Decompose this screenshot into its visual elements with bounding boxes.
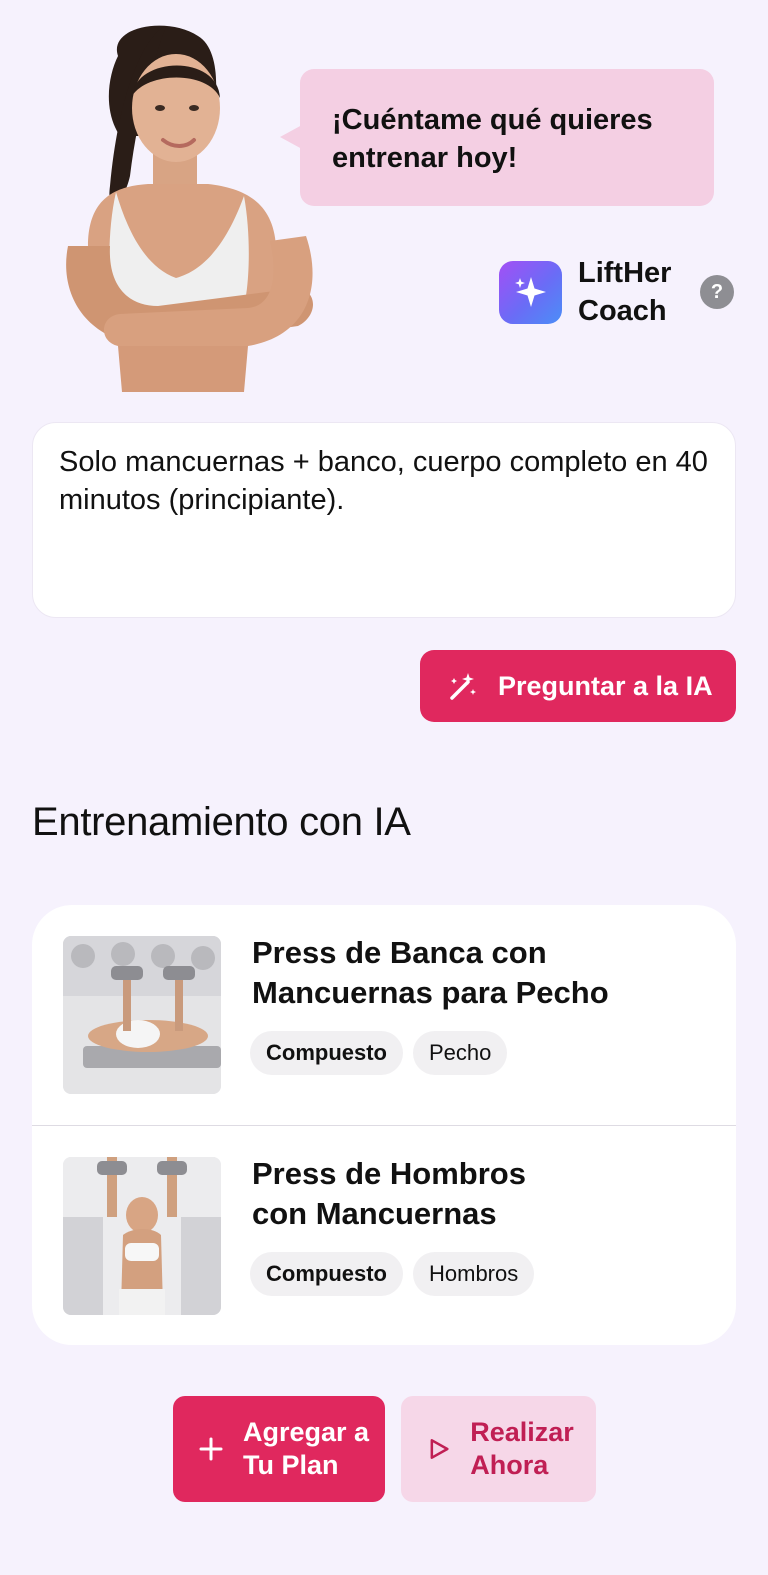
help-icon[interactable]: ? (700, 275, 734, 309)
coach-speech-bubble: ¡Cuéntame qué quieres entrenar hoy! (280, 69, 714, 206)
tag-muscle: Pecho (413, 1031, 508, 1075)
prompt-input[interactable]: Solo mancuernas + banco, cuerpo completo… (32, 422, 736, 618)
exercise-name: Press de Banca con Mancuernas para Pecho (252, 935, 609, 1010)
add-to-plan-button[interactable]: Agregar a Tu Plan (173, 1396, 385, 1502)
exercise-row[interactable]: Press de Banca con Mancuernas para Pecho… (32, 905, 736, 1125)
plus-icon (199, 1437, 223, 1461)
play-icon (430, 1439, 449, 1459)
tag-compound: Compuesto (250, 1252, 403, 1296)
coach-brand-name: LiftHer Coach (578, 257, 672, 327)
section-title: Entrenamiento con IA (32, 800, 411, 844)
magic-wand-icon (450, 673, 476, 700)
sparkle-icon (499, 260, 562, 324)
exercise-list: Press de Banca con Mancuernas para Pecho… (32, 905, 736, 1345)
coach-bubble-text: ¡Cuéntame qué quieres entrenar hoy! (332, 104, 653, 174)
do-now-button[interactable]: Realizar Ahora (401, 1396, 596, 1502)
do-now-label: Realizar Ahora (470, 1417, 574, 1480)
exercise-thumbnail (63, 1157, 221, 1315)
add-to-plan-label: Agregar a Tu Plan (243, 1417, 370, 1480)
exercise-tags: Compuesto Hombros (250, 1252, 544, 1296)
exercise-row[interactable]: Press de Hombros con Mancuernas Compuest… (32, 1125, 736, 1345)
ask-ai-button[interactable]: Preguntar a la IA (420, 650, 736, 722)
exercise-tags: Compuesto Pecho (250, 1031, 517, 1075)
coach-avatar (48, 16, 328, 392)
prompt-input-value: Solo mancuernas + banco, cuerpo completo… (59, 446, 708, 516)
tag-muscle: Hombros (413, 1252, 535, 1296)
coach-brand: LiftHer Coach ? (499, 254, 734, 330)
exercise-name: Press de Hombros con Mancuernas (252, 1156, 526, 1231)
ask-ai-button-label: Preguntar a la IA (498, 670, 713, 701)
exercise-thumbnail (63, 936, 221, 1094)
tag-compound: Compuesto (250, 1031, 403, 1075)
